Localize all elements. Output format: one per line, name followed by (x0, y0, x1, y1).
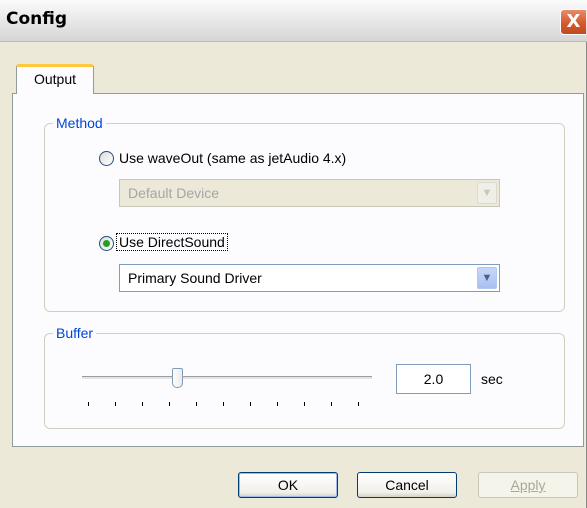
buffer-group-label: Buffer (53, 324, 97, 342)
config-dialog: Config X Output Method Use waveOut (same… (0, 0, 587, 508)
chevron-down-icon[interactable]: ▼ (477, 267, 497, 289)
directsound-device-select[interactable]: Primary Sound Driver ▼ (119, 264, 500, 292)
slider-tick (115, 402, 116, 406)
apply-button[interactable]: Apply (478, 472, 578, 498)
slider-tick (331, 402, 332, 406)
directsound-radio[interactable] (99, 236, 114, 251)
directsound-label[interactable]: Use DirectSound (116, 233, 228, 251)
slider-tick (142, 402, 143, 406)
slider-tick (304, 402, 305, 406)
waveout-radio[interactable] (99, 151, 114, 166)
cancel-button[interactable]: Cancel (357, 472, 457, 498)
window-title: Config (6, 9, 68, 29)
slider-tick (88, 402, 89, 406)
apply-button-label: Apply (510, 477, 546, 493)
buffer-slider-thumb[interactable] (172, 368, 184, 388)
buffer-slider-track[interactable] (82, 376, 372, 380)
waveout-device-select: Default Device ▼ (119, 179, 500, 207)
slider-tick (223, 402, 224, 406)
buffer-unit-label: sec (481, 371, 503, 387)
directsound-device-value: Primary Sound Driver (128, 270, 262, 286)
title-bar[interactable]: Config X (0, 0, 587, 42)
tab-output[interactable]: Output (16, 64, 94, 94)
slider-tick (196, 402, 197, 406)
slider-tick (169, 402, 170, 406)
slider-tick (277, 402, 278, 406)
buffer-value-field[interactable]: 2.0 (396, 364, 471, 394)
waveout-device-value: Default Device (128, 185, 220, 201)
slider-tick (358, 402, 359, 406)
method-group-label: Method (53, 114, 106, 132)
chevron-down-icon: ▼ (477, 182, 497, 204)
ok-button[interactable]: OK (238, 472, 338, 498)
slider-tick (250, 402, 251, 406)
close-icon[interactable]: X (560, 9, 586, 35)
waveout-label[interactable]: Use waveOut (same as jetAudio 4.x) (119, 150, 346, 166)
